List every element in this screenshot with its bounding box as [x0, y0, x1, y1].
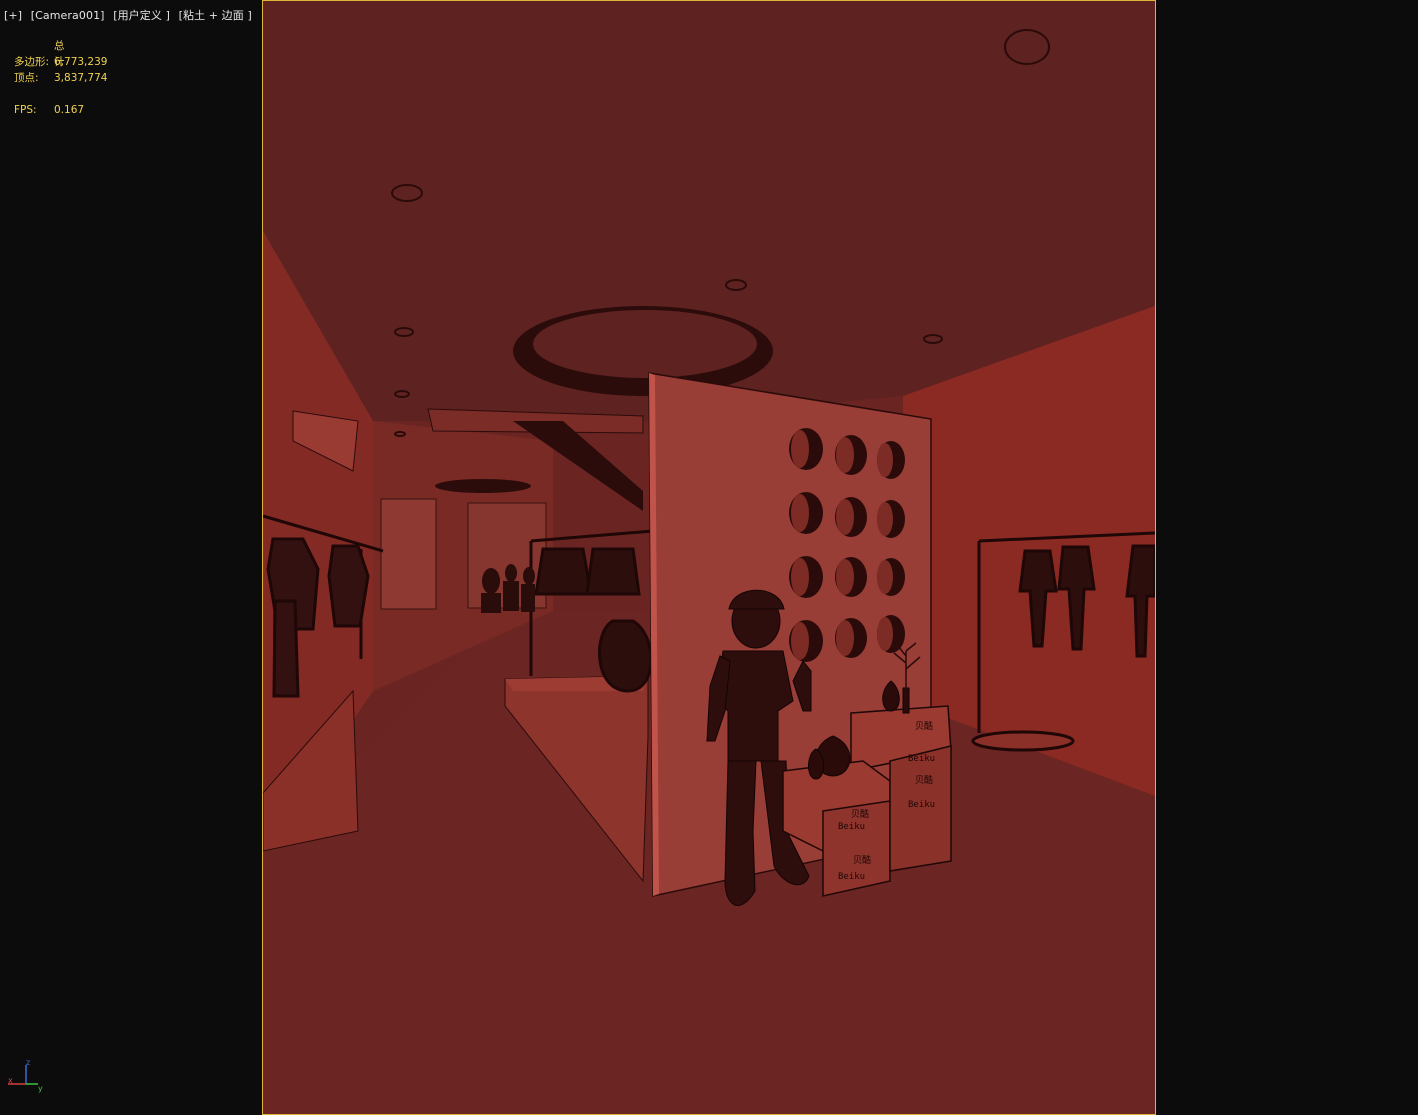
box-label: 贝酷 — [915, 720, 933, 732]
viewport-view-menu[interactable]: [用户定义 ] — [113, 9, 170, 22]
viewport-shading-menu[interactable]: [粘土 + 边面 ] — [179, 9, 252, 22]
fps-value: 0.167 — [54, 104, 85, 116]
box-label: 贝酷 — [851, 808, 869, 820]
polygons-value: 6,773,239 — [54, 56, 108, 68]
axis-gizmo: z x y — [8, 1058, 43, 1093]
x-axis-label: x — [8, 1076, 13, 1085]
store-interior-render: 贝酷 Beiku 贝酷 Beiku 贝酷 Beiku 贝酷 Beiku — [263, 1, 1155, 1114]
z-axis-label: z — [26, 1058, 30, 1067]
box-label: 贝酷 — [915, 774, 933, 786]
box-label: Beiku — [838, 822, 865, 832]
box-label: Beiku — [908, 800, 935, 810]
camera-viewport[interactable]: 贝酷 Beiku 贝酷 Beiku 贝酷 Beiku 贝酷 Beiku — [262, 0, 1156, 1115]
viewport-menu-plus[interactable]: [+] — [4, 9, 22, 22]
polygons-label: 多边形: — [14, 56, 50, 68]
vertices-value: 3,837,774 — [54, 72, 108, 84]
box-label: 贝酷 — [853, 854, 871, 866]
viewport-camera-menu[interactable]: [Camera001] — [31, 9, 105, 22]
y-axis-label: y — [38, 1084, 43, 1093]
vertices-label: 顶点: — [14, 72, 39, 84]
box-label: Beiku — [908, 754, 935, 764]
box-label: Beiku — [838, 872, 865, 882]
viewport-label[interactable]: [+] [Camera001] [用户定义 ] [粘土 + 边面 ] — [4, 7, 257, 23]
fps-label: FPS: — [14, 104, 37, 116]
